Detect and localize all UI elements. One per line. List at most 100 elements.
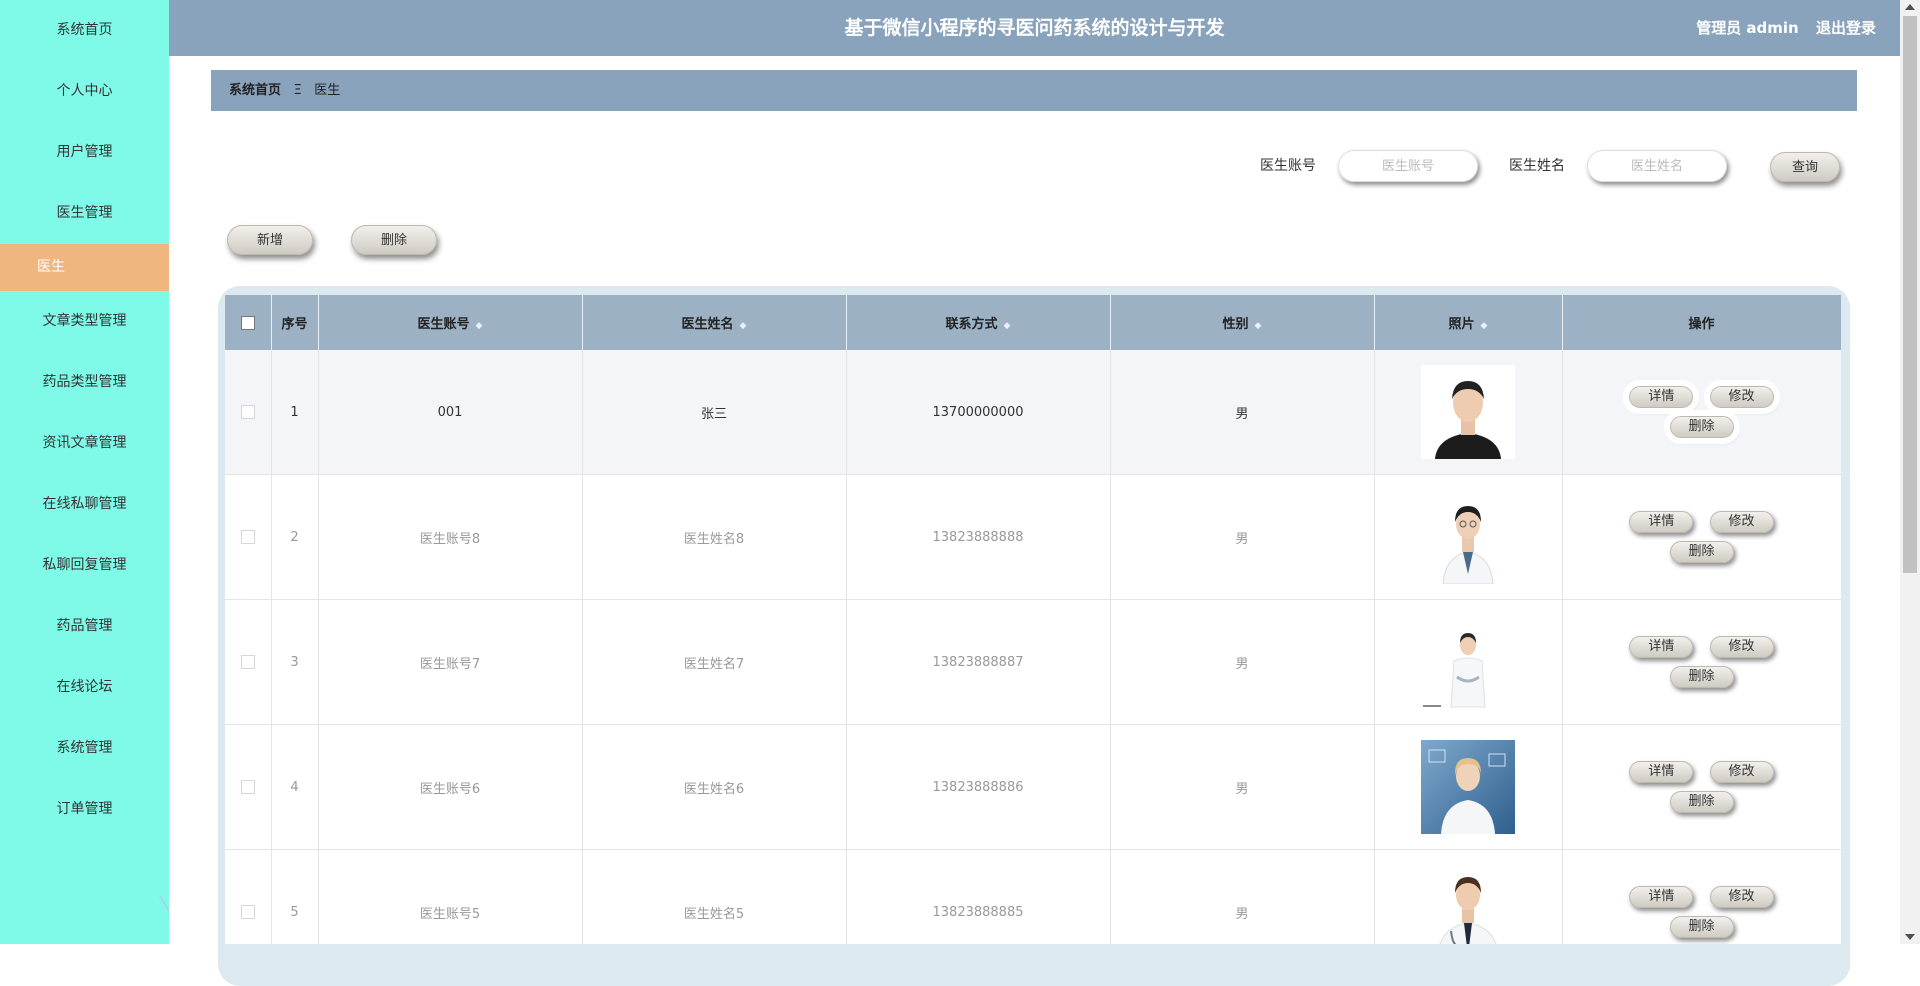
add-button[interactable]: 新增 (227, 225, 313, 255)
row-account: 医生账号8 (318, 474, 583, 600)
query-button[interactable]: 查询 (1770, 152, 1840, 182)
header-photo[interactable]: 照片 ◆ (1374, 295, 1563, 350)
table-row: 4 医生账号6 医生姓名6 13823888886 男 详情 修改 删除 (225, 724, 1841, 850)
delete-button[interactable]: 删除 (1669, 916, 1734, 938)
sidebar-item-chat[interactable]: 在线私聊管理 (0, 474, 169, 535)
detail-button[interactable]: 详情 (1629, 511, 1694, 533)
table-row: 2 医生账号8 医生姓名8 13823888888 男 详情 修改 删除 (225, 474, 1841, 600)
row-phone: 13823888888 (846, 474, 1111, 600)
delete-button[interactable]: 删除 (1669, 791, 1734, 813)
row-checkbox[interactable] (240, 780, 255, 794)
edit-button[interactable]: 修改 (1703, 380, 1780, 414)
row-account: 001 (318, 350, 583, 475)
row-name: 医生姓名7 (582, 599, 847, 725)
row-photo-cell (1374, 474, 1563, 600)
row-checkbox[interactable] (240, 905, 255, 919)
sort-icon[interactable]: ◆ (1004, 321, 1011, 331)
delete-button[interactable]: 删除 (1663, 410, 1740, 444)
select-all-checkbox[interactable] (240, 315, 255, 330)
row-gender: 男 (1110, 474, 1375, 600)
row-phone: 13823888885 (846, 849, 1111, 944)
breadcrumb-separator-icon: Ξ (293, 83, 302, 98)
sidebar-item-doctor-mgmt[interactable]: 医生管理 (0, 183, 169, 244)
sidebar-item-drugs[interactable]: 药品管理 (0, 596, 169, 657)
doctor-photo[interactable] (1421, 615, 1515, 709)
logout-link[interactable]: 退出登录 (1816, 19, 1876, 37)
delete-button[interactable]: 删除 (1669, 666, 1734, 688)
row-select-cell (225, 599, 272, 725)
page-scrollbar[interactable] (1900, 0, 1920, 944)
row-checkbox[interactable] (240, 405, 255, 419)
doctor-photo[interactable] (1421, 740, 1515, 834)
doctor-photo[interactable] (1421, 490, 1515, 584)
app-title: 基于微信小程序的寻医问药系统的设计与开发 (844, 17, 1225, 39)
sidebar-item-orders[interactable]: 订单管理 (0, 779, 169, 840)
sidebar-item-chat-reply[interactable]: 私聊回复管理 (0, 535, 169, 596)
edit-button[interactable]: 修改 (1709, 511, 1774, 533)
user-label: 管理员 admin (1696, 19, 1799, 37)
row-phone: 13823888887 (846, 599, 1111, 725)
sidebar-item-doctor[interactable]: 医生 (0, 244, 169, 291)
row-gender: 男 (1110, 849, 1375, 944)
name-search-input[interactable] (1587, 150, 1727, 182)
sort-icon[interactable]: ◆ (1255, 321, 1262, 331)
row-gender: 男 (1110, 599, 1375, 725)
header-gender[interactable]: 性别 ◆ (1110, 295, 1375, 350)
row-gender: 男 (1110, 350, 1375, 475)
breadcrumb-home[interactable]: 系统首页 (229, 83, 281, 98)
sort-icon[interactable]: ◆ (476, 321, 483, 331)
row-account: 医生账号5 (318, 849, 583, 944)
detail-button[interactable]: 详情 (1623, 380, 1700, 414)
sidebar-item-article-types[interactable]: 文章类型管理 (0, 291, 169, 352)
header-index-label: 序号 (281, 317, 308, 332)
sidebar-item-profile[interactable]: 个人中心 (0, 61, 169, 122)
sidebar-item-forum[interactable]: 在线论坛 (0, 657, 169, 718)
doctor-table: 序号 医生账号 ◆ 医生姓名 ◆ 联系方式 ◆ 性别 ◆ 照片 ◆ 操作 1 001 张三… (225, 295, 1841, 944)
sidebar-item-drug-types[interactable]: 药品类型管理 (0, 352, 169, 413)
detail-button[interactable]: 详情 (1629, 886, 1694, 908)
row-select-cell (225, 849, 272, 944)
edit-button[interactable]: 修改 (1709, 636, 1774, 658)
scrollbar-thumb[interactable] (1903, 16, 1917, 573)
row-actions: 详情 修改 删除 (1562, 474, 1841, 600)
scroll-down-arrow-icon[interactable] (1905, 934, 1915, 940)
row-name: 医生姓名8 (582, 474, 847, 600)
user-area: 管理员 admin 退出登录 (1684, 0, 1876, 56)
row-actions: 详情 修改 删除 (1562, 724, 1841, 850)
header-account[interactable]: 医生账号 ◆ (318, 295, 583, 350)
header-index: 序号 (271, 295, 319, 350)
sidebar: 系统首页 个人中心 用户管理 医生管理 医生 文章类型管理 药品类型管理 资讯文… (0, 0, 169, 944)
account-search-input[interactable] (1338, 150, 1478, 182)
delete-button[interactable]: 删除 (1669, 541, 1734, 563)
row-index: 3 (271, 599, 319, 725)
row-index: 1 (271, 350, 319, 475)
row-checkbox[interactable] (240, 530, 255, 544)
sidebar-item-system[interactable]: 系统管理 (0, 718, 169, 779)
scroll-up-arrow-icon[interactable] (1905, 4, 1915, 10)
header-name[interactable]: 医生姓名 ◆ (582, 295, 847, 350)
account-search-label: 医生账号 (1260, 158, 1316, 174)
sidebar-item-users[interactable]: 用户管理 (0, 122, 169, 183)
detail-button[interactable]: 详情 (1629, 761, 1694, 783)
row-actions: 详情 修改 删除 (1562, 350, 1841, 475)
sidebar-item-home[interactable]: 系统首页 (0, 0, 169, 61)
batch-delete-button[interactable]: 删除 (351, 225, 437, 255)
doctor-photo[interactable] (1421, 865, 1515, 944)
sidebar-item-news[interactable]: 资讯文章管理 (0, 413, 169, 474)
row-checkbox[interactable] (240, 655, 255, 669)
header-phone[interactable]: 联系方式 ◆ (846, 295, 1111, 350)
doctor-photo[interactable] (1421, 365, 1515, 459)
header-photo-label: 照片 (1448, 317, 1475, 332)
table-header-row: 序号 医生账号 ◆ 医生姓名 ◆ 联系方式 ◆ 性别 ◆ 照片 ◆ 操作 (225, 295, 1841, 350)
row-phone: 13823888886 (846, 724, 1111, 850)
row-photo-cell (1374, 599, 1563, 725)
header-select-all[interactable] (225, 295, 272, 350)
edit-button[interactable]: 修改 (1709, 761, 1774, 783)
name-search-label: 医生姓名 (1509, 158, 1565, 174)
sort-icon[interactable]: ◆ (1481, 321, 1488, 331)
header-name-label: 医生姓名 (681, 317, 734, 332)
header-phone-label: 联系方式 (945, 317, 998, 332)
edit-button[interactable]: 修改 (1709, 886, 1774, 908)
sort-icon[interactable]: ◆ (740, 321, 747, 331)
detail-button[interactable]: 详情 (1629, 636, 1694, 658)
